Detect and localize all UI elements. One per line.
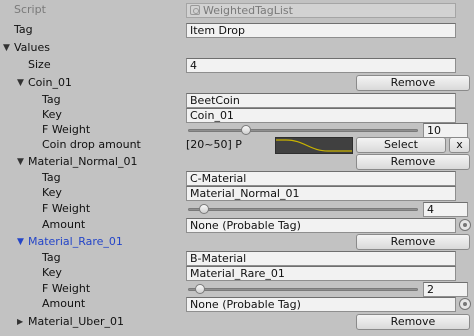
item-key-label: Key <box>42 108 62 121</box>
script-row: Script WeightedTagList <box>0 2 474 18</box>
item-expand-arrow-icon[interactable]: ▼ <box>17 76 24 90</box>
weight-value-field[interactable]: 2 <box>423 282 468 297</box>
remove-button[interactable]: Remove <box>356 234 470 250</box>
item-key-label: Key <box>42 266 62 279</box>
item-key-label: Key <box>42 186 62 199</box>
item-tag-row: Tag B-Material <box>0 250 474 266</box>
item-tag-label: Tag <box>42 171 61 184</box>
tag-field[interactable]: Item Drop <box>186 23 456 38</box>
script-value: WeightedTagList <box>203 4 293 17</box>
item-weight-label: F Weight <box>42 202 91 215</box>
size-field[interactable]: 4 <box>186 58 456 73</box>
remove-button[interactable]: Remove <box>356 314 470 330</box>
item-tag-label: Tag <box>42 251 61 264</box>
item-key-row: Key Coin_01 <box>0 107 474 123</box>
item-header-rare[interactable]: ▼ Material_Rare_01 Remove <box>0 234 474 250</box>
item-name: Material_Normal_01 <box>28 155 138 168</box>
item-amount-label: Coin drop amount <box>42 138 141 151</box>
curve-line <box>276 139 352 152</box>
item-expand-arrow-icon[interactable]: ▼ <box>17 235 24 249</box>
tag-row: Tag Item Drop <box>0 22 474 38</box>
item-amount-label: Amount <box>42 297 86 310</box>
item-key-row: Key Material_Rare_01 <box>0 265 474 281</box>
item-key-row: Key Material_Normal_01 <box>0 185 474 201</box>
weight-slider-thumb[interactable] <box>199 204 209 214</box>
item-key-field[interactable]: Coin_01 <box>186 108 456 123</box>
weight-slider-track[interactable] <box>188 208 418 211</box>
item-header-normal[interactable]: ▼ Material_Normal_01 Remove <box>0 154 474 170</box>
item-collapse-arrow-icon[interactable]: ▶ <box>17 315 23 329</box>
object-picker-icon[interactable] <box>459 298 471 310</box>
item-key-field[interactable]: Material_Normal_01 <box>186 186 456 201</box>
item-tag-field[interactable]: C-Material <box>186 171 456 186</box>
item-tag-row: Tag C-Material <box>0 170 474 186</box>
remove-button[interactable]: Remove <box>356 75 470 91</box>
remove-button[interactable]: Remove <box>356 154 470 170</box>
weight-slider-thumb[interactable] <box>194 284 205 294</box>
item-weight-row: F Weight 2 <box>0 281 474 297</box>
weight-slider-track[interactable] <box>188 288 418 291</box>
item-expand-arrow-icon[interactable]: ▼ <box>17 155 24 169</box>
amount-object-field[interactable]: None (Probable Tag) <box>186 297 456 312</box>
script-label: Script <box>14 3 46 16</box>
item-tag-label: Tag <box>42 93 61 106</box>
object-picker-icon[interactable] <box>459 219 471 231</box>
item-key-field[interactable]: Material_Rare_01 <box>186 266 456 281</box>
item-weight-label: F Weight <box>42 123 91 136</box>
weight-value-field[interactable]: 10 <box>423 123 468 138</box>
item-header-uber[interactable]: ▶ Material_Uber_01 Remove <box>0 314 474 330</box>
size-row: Size 4 <box>0 57 474 73</box>
item-name: Material_Rare_01 <box>28 235 123 248</box>
item-tag-row: Tag BeetCoin <box>0 92 474 108</box>
script-field: WeightedTagList <box>186 3 456 18</box>
weight-value-field[interactable]: 4 <box>423 202 468 217</box>
item-amount-row: Amount None (Probable Tag) <box>0 296 474 312</box>
weight-slider-thumb[interactable] <box>240 125 251 135</box>
item-weight-label: F Weight <box>42 282 91 295</box>
item-weight-row: F Weight 4 <box>0 201 474 217</box>
amount-range-text: [20~50] P <box>186 138 242 151</box>
amount-object-field[interactable]: None (Probable Tag) <box>186 218 456 233</box>
item-tag-field[interactable]: BeetCoin <box>186 93 456 108</box>
item-amount-row: Amount None (Probable Tag) <box>0 217 474 233</box>
item-weight-row: F Weight 10 <box>0 122 474 138</box>
curve-graph <box>276 139 352 152</box>
values-foldout[interactable]: ▼ Values <box>0 40 474 56</box>
item-name: Material_Uber_01 <box>28 315 125 328</box>
tag-label: Tag <box>14 23 33 36</box>
values-label: Values <box>14 41 50 54</box>
weight-slider-track[interactable] <box>188 129 418 132</box>
select-button[interactable]: Select <box>356 137 446 153</box>
drop-amount-curve[interactable] <box>275 137 353 154</box>
script-asset-icon <box>190 5 200 15</box>
item-header-coin[interactable]: ▼ Coin_01 Remove <box>0 75 474 91</box>
values-expand-arrow-icon[interactable]: ▼ <box>3 41 10 55</box>
size-label: Size <box>28 58 51 71</box>
clear-button[interactable]: x <box>449 137 470 153</box>
item-amount-label: Amount <box>42 218 86 231</box>
item-name: Coin_01 <box>28 76 72 89</box>
item-tag-field[interactable]: B-Material <box>186 251 456 266</box>
